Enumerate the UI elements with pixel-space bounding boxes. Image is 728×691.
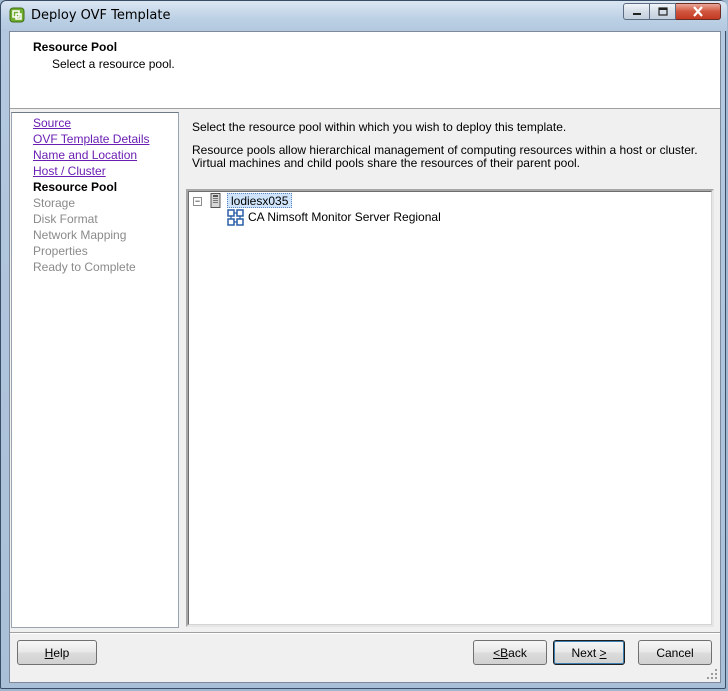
instruction-text: Select the resource pool within which yo…	[192, 120, 567, 134]
page-title: Resource Pool	[33, 40, 118, 54]
maximize-button[interactable]	[650, 3, 676, 20]
footer-divider	[10, 632, 720, 634]
step-ready-to-complete: Ready to Complete	[33, 260, 136, 274]
step-network-mapping: Network Mapping	[33, 228, 127, 242]
close-icon	[693, 6, 703, 17]
collapse-toggle[interactable]: −	[193, 197, 202, 206]
dialog-client-area: Resource Pool Select a resource pool. So…	[9, 31, 721, 683]
help-button[interactable]: Help	[17, 640, 97, 665]
tree-node-host[interactable]: lodiesx035	[227, 193, 293, 208]
back-prefix: <	[493, 646, 500, 660]
step-name-and-location[interactable]: Name and Location	[33, 148, 137, 162]
maximize-icon	[657, 7, 668, 16]
title-bar[interactable]: Deploy OVF Template	[1, 1, 727, 31]
vsphere-deploy-icon	[9, 7, 25, 23]
step-resource-pool: Resource Pool	[33, 180, 118, 194]
dialog-window: Deploy OVF Template Resource Pool Select…	[0, 0, 727, 689]
next-button[interactable]: Next >	[553, 640, 625, 665]
close-button[interactable]	[676, 3, 721, 20]
tree-node-resource-pool[interactable]: CA Nimsoft Monitor Server Regional	[248, 210, 441, 225]
minimize-icon	[632, 12, 641, 15]
description-text: Resource pools allow hierarchical manage…	[192, 143, 698, 170]
resource-pool-tree[interactable]: − lodiesx035 CA Nimsoft Monitor Server R…	[186, 189, 714, 627]
minimize-button[interactable]	[623, 3, 650, 20]
next-mnemonic: >	[599, 645, 607, 660]
step-ovf-template-details[interactable]: OVF Template Details	[33, 132, 150, 146]
help-label: elp	[53, 645, 70, 660]
page-subtitle: Select a resource pool.	[52, 57, 175, 71]
help-mnemonic: H	[44, 645, 54, 660]
back-prefix-text: <	[493, 645, 501, 660]
back-mnemonic: B	[500, 645, 509, 660]
next-label: Next	[571, 645, 600, 660]
step-storage: Storage	[33, 196, 76, 210]
window-controls	[623, 3, 721, 21]
step-disk-format: Disk Format	[33, 212, 98, 226]
wizard-steps-panel: Source OVF Template Details Name and Loc…	[11, 112, 179, 628]
cancel-button[interactable]: Cancel	[638, 640, 712, 665]
resource-pool-icon	[227, 209, 244, 226]
step-host-cluster[interactable]: Host / Cluster	[33, 164, 106, 178]
wizard-header: Resource Pool Select a resource pool.	[10, 32, 720, 109]
back-label: ack	[508, 645, 527, 660]
window-title: Deploy OVF Template	[31, 8, 171, 23]
step-source[interactable]: Source	[33, 116, 71, 130]
step-properties: Properties	[33, 244, 88, 258]
resize-grip-icon[interactable]	[706, 668, 718, 680]
back-button[interactable]: < Back	[473, 640, 547, 665]
host-server-icon	[210, 193, 221, 208]
tree-content: − lodiesx035 CA Nimsoft Monitor Server R…	[188, 191, 712, 625]
